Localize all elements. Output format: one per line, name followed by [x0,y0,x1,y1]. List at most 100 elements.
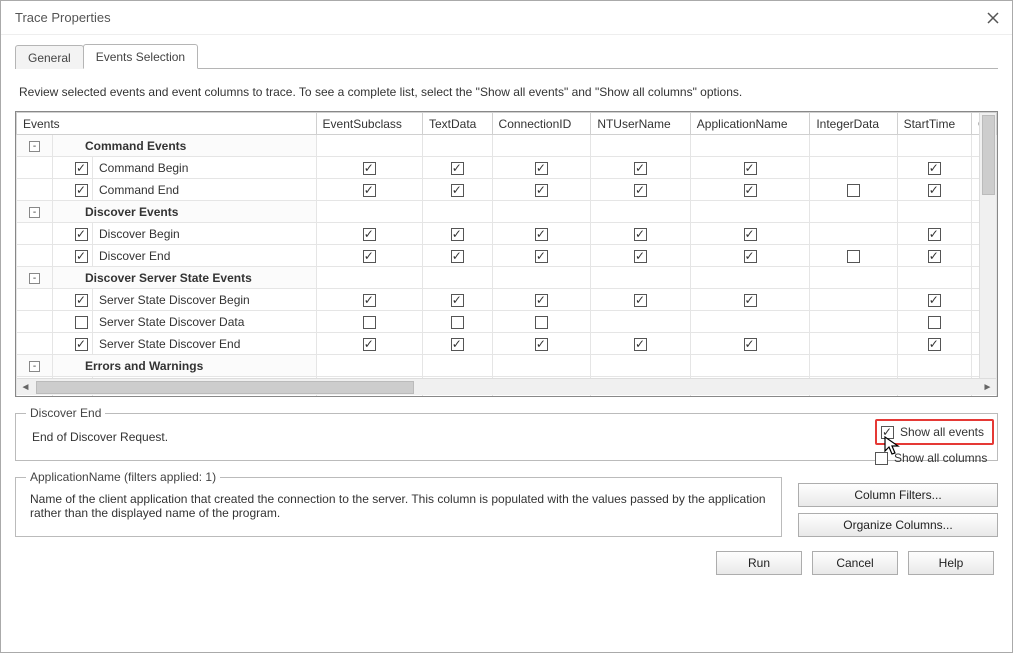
event-row-label[interactable]: Server State Discover End [93,333,317,355]
cell-checkbox[interactable] [634,184,647,197]
event-row-checkbox[interactable] [75,228,88,241]
cell-checkbox[interactable] [744,184,757,197]
cell-checkbox[interactable] [928,162,941,175]
cell-checkbox[interactable] [363,184,376,197]
cancel-button[interactable]: Cancel [812,551,898,575]
event-row-checkbox[interactable] [75,184,88,197]
cell-checkbox[interactable] [535,228,548,241]
column-description-title: ApplicationName (filters applied: 1) [26,470,220,484]
cell-checkbox[interactable] [451,250,464,263]
column-header[interactable]: NTUserName [591,113,690,135]
events-grid[interactable]: EventsEventSubclassTextDataConnectionIDN… [15,111,998,397]
scroll-right-icon[interactable]: ► [979,379,996,396]
cell-checkbox[interactable] [847,250,860,263]
show-all-events-option[interactable]: Show all events [875,419,994,445]
cell-checkbox[interactable] [634,162,647,175]
event-row-label[interactable]: Server State Discover Data [93,311,317,333]
close-icon[interactable] [984,9,1002,27]
cell-checkbox[interactable] [634,338,647,351]
event-row-checkbox[interactable] [75,294,88,307]
cell-checkbox[interactable] [451,316,464,329]
tab-events-selection[interactable]: Events Selection [83,44,198,69]
column-header[interactable]: Events [17,113,317,135]
cell-checkbox[interactable] [535,162,548,175]
horizontal-scrollbar[interactable]: ◄ ► [17,378,996,395]
event-group-label[interactable]: Discover Server State Events [53,267,317,289]
dialog-footer: Run Cancel Help [15,541,998,579]
cell-checkbox[interactable] [451,228,464,241]
column-header[interactable]: EventSubclass [316,113,422,135]
cell-checkbox[interactable] [451,184,464,197]
cell-checkbox[interactable] [634,294,647,307]
show-all-events-checkbox[interactable] [881,426,894,439]
scroll-left-icon[interactable]: ◄ [17,379,34,396]
show-all-columns-checkbox[interactable] [875,452,888,465]
expand-collapse-icon[interactable]: - [29,361,40,372]
cell-checkbox[interactable] [363,338,376,351]
show-all-columns-label: Show all columns [894,451,987,465]
event-row-checkbox[interactable] [75,162,88,175]
cell-checkbox[interactable] [928,184,941,197]
cell-checkbox[interactable] [535,250,548,263]
cell-checkbox[interactable] [928,228,941,241]
tab-general[interactable]: General [15,45,84,69]
cell-checkbox[interactable] [535,316,548,329]
cell-checkbox[interactable] [363,294,376,307]
event-row-checkbox[interactable] [75,250,88,263]
vertical-scrollbar[interactable] [979,113,996,378]
cell-checkbox[interactable] [535,294,548,307]
instruction-text: Review selected events and event columns… [15,69,998,111]
column-header[interactable]: IntegerData [810,113,897,135]
cell-checkbox[interactable] [535,338,548,351]
event-row-checkbox[interactable] [75,316,88,329]
right-buttons: Column Filters... Organize Columns... [798,477,998,537]
cell-checkbox[interactable] [744,338,757,351]
cell-checkbox[interactable] [744,250,757,263]
show-all-events-label: Show all events [900,425,984,439]
trace-properties-dialog: Trace Properties General Events Selectio… [0,0,1013,653]
event-row-label[interactable]: Discover Begin [93,223,317,245]
cell-checkbox[interactable] [363,316,376,329]
expand-collapse-icon[interactable]: - [29,141,40,152]
cell-checkbox[interactable] [535,184,548,197]
cell-checkbox[interactable] [451,294,464,307]
column-header[interactable]: ConnectionID [492,113,591,135]
column-description-text: Name of the client application that crea… [28,486,769,522]
help-button[interactable]: Help [908,551,994,575]
cell-checkbox[interactable] [363,250,376,263]
run-button[interactable]: Run [716,551,802,575]
cell-checkbox[interactable] [847,184,860,197]
cell-checkbox[interactable] [744,162,757,175]
event-row-label[interactable]: Discover End [93,245,317,267]
cell-checkbox[interactable] [363,162,376,175]
expand-collapse-icon[interactable]: - [29,207,40,218]
cell-checkbox[interactable] [928,294,941,307]
cell-checkbox[interactable] [744,294,757,307]
column-header[interactable]: ApplicationName [690,113,810,135]
expand-collapse-icon[interactable]: - [29,273,40,284]
cell-checkbox[interactable] [363,228,376,241]
cell-checkbox[interactable] [928,338,941,351]
event-description-title: Discover End [26,406,105,420]
column-header[interactable]: StartTime [897,113,971,135]
column-filters-button[interactable]: Column Filters... [798,483,998,507]
event-row-checkbox[interactable] [75,338,88,351]
column-header[interactable]: TextData [423,113,493,135]
cell-checkbox[interactable] [634,250,647,263]
cell-checkbox[interactable] [451,162,464,175]
event-row-label[interactable]: Server State Discover Begin [93,289,317,311]
event-row-label[interactable]: Command Begin [93,157,317,179]
event-group-label[interactable]: Errors and Warnings [53,355,317,377]
show-all-columns-option[interactable]: Show all columns [875,451,994,465]
event-row-label[interactable]: Command End [93,179,317,201]
cell-checkbox[interactable] [634,228,647,241]
cell-checkbox[interactable] [928,316,941,329]
event-description-text: End of Discover Request. [28,422,985,448]
organize-columns-button[interactable]: Organize Columns... [798,513,998,537]
event-group-label[interactable]: Discover Events [53,201,317,223]
event-description-group: Discover End End of Discover Request. [15,413,998,461]
cell-checkbox[interactable] [451,338,464,351]
event-group-label[interactable]: Command Events [53,135,317,157]
cell-checkbox[interactable] [928,250,941,263]
cell-checkbox[interactable] [744,228,757,241]
